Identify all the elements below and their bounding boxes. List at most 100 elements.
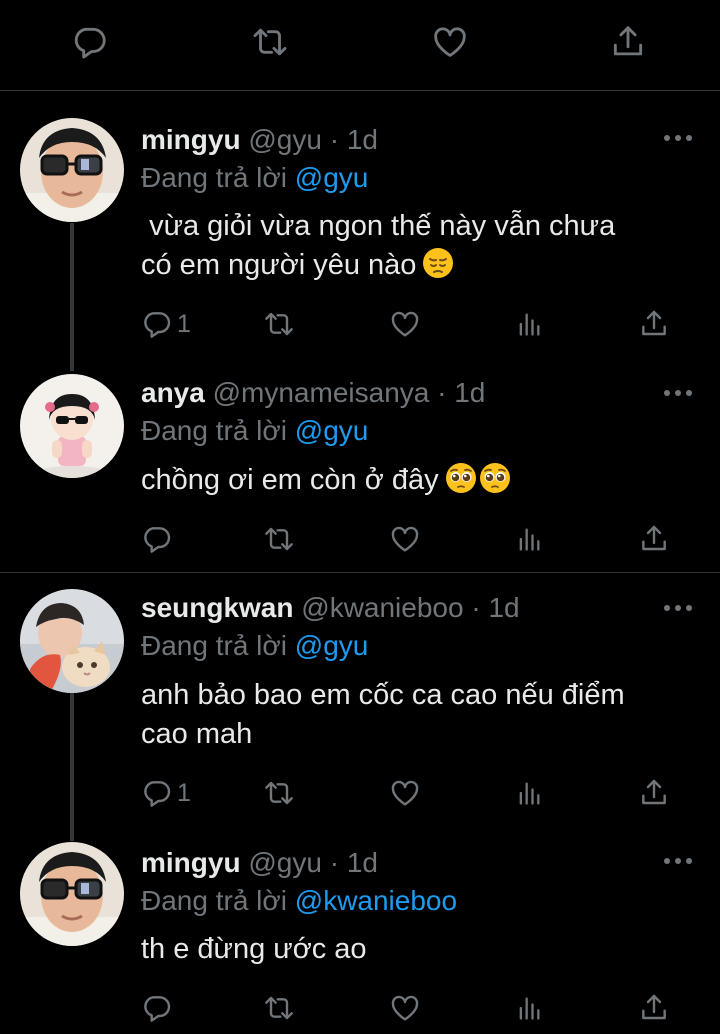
share-icon	[638, 992, 670, 1024]
thread-line	[70, 693, 74, 841]
reply-tweet[interactable]: mingyu @gyu · 1d Đang trả lời @gyu vừa g…	[0, 91, 720, 374]
share-icon	[638, 308, 670, 340]
user-handle[interactable]: @kwanieboo	[301, 592, 463, 623]
tweet-text-line: cao mah	[141, 718, 253, 750]
tweet-header: mingyu @gyu · 1d	[141, 123, 378, 157]
reply-tweet[interactable]: mingyu @gyu · 1d Đang trả lời @kwanieboo…	[0, 840, 720, 1034]
heart-icon	[431, 23, 469, 61]
mention-link[interactable]: @gyu	[295, 630, 369, 661]
heart-icon	[389, 992, 421, 1024]
more-options-icon[interactable]	[664, 133, 692, 143]
like-button[interactable]	[389, 773, 421, 813]
tweet-text-line: anh bảo bao em cốc ca cao nếu điểm	[141, 679, 625, 711]
views-button[interactable]	[515, 773, 543, 813]
more-options-icon[interactable]	[664, 603, 692, 613]
mention-link[interactable]: @kwanieboo	[295, 885, 457, 916]
tweet-actions	[141, 519, 681, 559]
retweet-button[interactable]	[250, 22, 290, 62]
separator-dot: ·	[329, 847, 340, 878]
tweet-text: vừa giỏi vừa ngon thế này vẫn chưa có em…	[141, 207, 701, 285]
reply-button[interactable]: 1	[141, 304, 191, 344]
tweet-actions: 1	[141, 304, 681, 344]
timestamp[interactable]: 1d	[347, 124, 378, 155]
reply-tweet[interactable]: anya @mynameisanya · 1d Đang trả lời @gy…	[0, 374, 720, 572]
retweet-icon	[251, 23, 289, 61]
views-button[interactable]	[515, 519, 543, 559]
tweet-actions	[141, 988, 681, 1028]
thread-line	[70, 223, 74, 371]
avatar[interactable]	[20, 842, 124, 946]
display-name[interactable]: seungkwan	[141, 592, 293, 623]
avatar[interactable]	[20, 118, 124, 222]
retweet-icon	[263, 308, 295, 340]
views-icon	[515, 525, 543, 553]
retweet-button[interactable]	[263, 773, 295, 813]
tweet-text-line: chồng ơi em còn ở đây	[141, 461, 701, 500]
display-name[interactable]: mingyu	[141, 847, 241, 878]
tweet-header: mingyu @gyu · 1d	[141, 846, 378, 880]
retweet-icon	[263, 523, 295, 555]
reply-count: 1	[177, 309, 191, 338]
pleading-face-emoji	[445, 462, 477, 494]
mention-link[interactable]: @gyu	[295, 162, 369, 193]
pleading-face-emoji	[479, 462, 511, 494]
more-options-icon[interactable]	[664, 856, 692, 866]
reply-button[interactable]	[70, 22, 110, 62]
reply-icon	[141, 308, 173, 340]
share-button[interactable]	[638, 988, 670, 1028]
pensive-face-emoji	[422, 247, 454, 279]
tweet-text: chồng ơi em còn ở đây	[141, 461, 701, 500]
heart-icon	[389, 777, 421, 809]
mention-link[interactable]: @gyu	[295, 415, 369, 446]
reply-button[interactable]	[141, 988, 173, 1028]
replying-label: Đang trả lời	[141, 885, 287, 916]
replying-to: Đang trả lời @kwanieboo	[141, 884, 457, 918]
avatar[interactable]	[20, 374, 124, 478]
parent-tweet-actions	[0, 0, 720, 90]
views-button[interactable]	[515, 988, 543, 1028]
user-handle[interactable]: @gyu	[248, 847, 322, 878]
tweet-header: seungkwan @kwanieboo · 1d	[141, 591, 520, 625]
user-handle[interactable]: @gyu	[248, 124, 322, 155]
user-handle[interactable]: @mynameisanya	[213, 377, 430, 408]
retweet-button[interactable]	[263, 304, 295, 344]
avatar[interactable]	[20, 589, 124, 693]
like-button[interactable]	[389, 988, 421, 1028]
share-button[interactable]	[608, 22, 648, 62]
retweet-icon	[263, 992, 295, 1024]
retweet-icon	[263, 777, 295, 809]
timestamp[interactable]: 1d	[347, 847, 378, 878]
views-button[interactable]	[515, 304, 543, 344]
views-icon	[515, 994, 543, 1022]
share-button[interactable]	[638, 304, 670, 344]
heart-icon	[389, 308, 421, 340]
like-button[interactable]	[430, 22, 470, 62]
retweet-button[interactable]	[263, 519, 295, 559]
retweet-button[interactable]	[263, 988, 295, 1028]
more-options-icon[interactable]	[664, 388, 692, 398]
reply-icon	[141, 523, 173, 555]
tweet-text-line: vừa giỏi vừa ngon thế này vẫn chưa	[149, 210, 616, 242]
separator-dot: ·	[471, 592, 481, 623]
tweet-text: th e đừng ước ao	[141, 930, 701, 969]
reply-icon	[141, 992, 173, 1024]
like-button[interactable]	[389, 519, 421, 559]
display-name[interactable]: anya	[141, 377, 205, 408]
timestamp[interactable]: 1d	[488, 592, 519, 623]
share-button[interactable]	[638, 773, 670, 813]
like-button[interactable]	[389, 304, 421, 344]
replying-label: Đang trả lời	[141, 162, 287, 193]
replying-label: Đang trả lời	[141, 630, 287, 661]
display-name[interactable]: mingyu	[141, 124, 241, 155]
replying-to: Đang trả lời @gyu	[141, 629, 368, 663]
separator-dot: ·	[329, 124, 340, 155]
share-button[interactable]	[638, 519, 670, 559]
reply-count: 1	[177, 778, 191, 807]
reply-tweet[interactable]: seungkwan @kwanieboo · 1d Đang trả lời @…	[0, 573, 720, 841]
reply-button[interactable]: 1	[141, 773, 191, 813]
separator-dot: ·	[437, 377, 447, 408]
share-icon	[609, 23, 647, 61]
reply-button[interactable]	[141, 519, 173, 559]
timestamp[interactable]: 1d	[454, 377, 485, 408]
reply-icon	[141, 777, 173, 809]
